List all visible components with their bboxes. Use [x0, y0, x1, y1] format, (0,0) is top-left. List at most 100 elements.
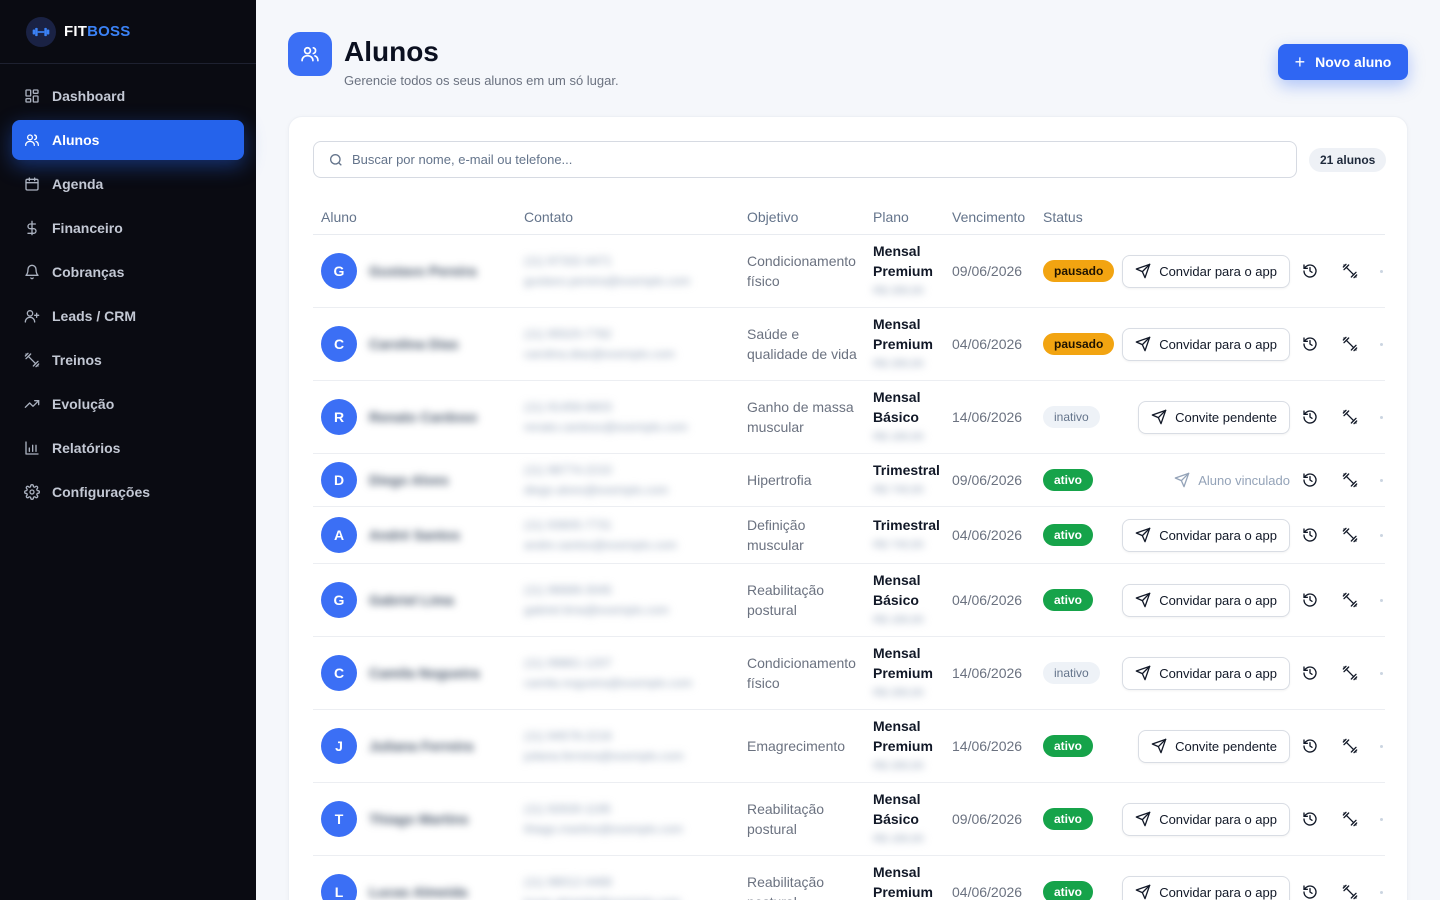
history-button[interactable] — [1296, 466, 1324, 494]
table-row[interactable]: T Thiago Martins (11) 92630-1195 thiago.mar… — [313, 783, 1385, 856]
sidebar-item-cobrancas[interactable]: Cobranças — [12, 252, 244, 292]
student-name[interactable]: Lucas Almeida — [369, 884, 467, 900]
goal-cell: Reabilitação postural — [747, 564, 824, 636]
more-icon[interactable] — [1380, 533, 1383, 537]
search-input[interactable] — [352, 152, 1252, 167]
invite-app-button[interactable]: Convidar para o app — [1122, 875, 1290, 900]
more-icon[interactable] — [1380, 478, 1383, 482]
history-button[interactable] — [1296, 878, 1324, 900]
linked-status: Aluno vinculado — [1174, 472, 1290, 488]
invite-app-button[interactable]: Convidar para o app — [1122, 518, 1290, 552]
more-icon[interactable] — [1380, 671, 1383, 675]
search-box[interactable] — [313, 141, 1297, 178]
workout-button[interactable] — [1336, 659, 1364, 687]
more-icon[interactable] — [1380, 890, 1383, 894]
sidebar-item-configuracoes[interactable]: Configurações — [12, 472, 244, 512]
more-icon[interactable] — [1380, 342, 1383, 346]
workout-button[interactable] — [1336, 403, 1364, 431]
avatar: G — [321, 582, 357, 618]
history-cell — [1296, 381, 1324, 453]
workout-button[interactable] — [1336, 466, 1364, 494]
student-name[interactable]: Thiago Martins — [369, 811, 469, 827]
plan-cell: Mensal Básico R$ 189,90 — [873, 381, 924, 453]
more-icon[interactable] — [1380, 817, 1383, 821]
status-cell: ativo — [1043, 454, 1094, 506]
history-button[interactable] — [1296, 586, 1324, 614]
contact-phone: (11) 99861-1207 — [524, 656, 612, 670]
action-label: Aluno vinculado — [1198, 472, 1290, 488]
history-button[interactable] — [1296, 257, 1324, 285]
sidebar-item-dashboard[interactable]: Dashboard — [12, 76, 244, 116]
bell-icon — [25, 264, 39, 280]
history-button[interactable] — [1296, 805, 1324, 833]
table-row[interactable]: J Juliana Ferreira (11) 94578-2216 juliana.… — [313, 710, 1385, 783]
count-badge: 21 alunos — [1309, 148, 1387, 172]
invite-app-button[interactable]: Convidar para o app — [1122, 656, 1290, 690]
due-date: 09/06/2026 — [952, 472, 1023, 488]
workout-button[interactable] — [1336, 257, 1364, 285]
student-name[interactable]: Renato Cardoso — [369, 409, 477, 425]
goal-line: muscular — [747, 419, 804, 435]
invite-pending-button[interactable]: Convite pendente — [1138, 729, 1290, 763]
more-icon[interactable] — [1380, 598, 1383, 602]
plan-price: R$ 289,90 — [873, 358, 924, 370]
student-name[interactable]: André Santos — [369, 527, 460, 543]
more-icon[interactable] — [1380, 415, 1383, 419]
student-name[interactable]: Camila Nogueira — [369, 665, 479, 681]
workout-button[interactable] — [1336, 586, 1364, 614]
student-cell: C Carolina Dias — [321, 308, 458, 380]
sidebar-item-relatorios[interactable]: Relatórios — [12, 428, 244, 468]
table-row[interactable]: D Diego Alves (11) 98774-2210 diego.alves@e… — [313, 454, 1385, 507]
invite-app-button[interactable]: Convidar para o app — [1122, 802, 1290, 836]
more-icon[interactable] — [1380, 744, 1383, 748]
history-button[interactable] — [1296, 330, 1324, 358]
student-name[interactable]: Juliana Ferreira — [369, 738, 473, 754]
workout-button[interactable] — [1336, 521, 1364, 549]
sidebar-item-evolucao[interactable]: Evolução — [12, 384, 244, 424]
student-name[interactable]: Gustavo Pereira — [369, 263, 476, 279]
sidebar-item-alunos[interactable]: Alunos — [12, 120, 244, 160]
invite-app-button[interactable]: Convidar para o app — [1122, 254, 1290, 288]
invite-pending-button[interactable]: Convite pendente — [1138, 400, 1290, 434]
sidebar-item-financeiro[interactable]: Financeiro — [12, 208, 244, 248]
more-icon[interactable] — [1380, 269, 1383, 273]
contact-email: thiago.martins@exemplo.com — [524, 822, 683, 836]
workout-button[interactable] — [1336, 805, 1364, 833]
status-cell: inativo — [1043, 637, 1100, 709]
workout-button[interactable] — [1336, 732, 1364, 760]
table-row[interactable]: G Gustavo Pereira (11) 97332-4471 gustavo.p… — [313, 235, 1385, 308]
sidebar-item-leads-crm[interactable]: Leads / CRM — [12, 296, 244, 336]
table-row[interactable]: C Carolina Dias (11) 95520-7782 carolina.di… — [313, 308, 1385, 381]
page-header: Alunos Gerencie todos os seus alunos em … — [288, 32, 619, 88]
goal-cell: Ganho de massa muscular — [747, 381, 854, 453]
column-header-objetivo: Objetivo — [747, 208, 799, 225]
new-student-button[interactable]: + Novo aluno — [1278, 44, 1408, 80]
sidebar-item-agenda[interactable]: Agenda — [12, 164, 244, 204]
sidebar-item-label: Agenda — [52, 176, 104, 192]
workout-button[interactable] — [1336, 878, 1364, 900]
history-button[interactable] — [1296, 521, 1324, 549]
history-icon — [1303, 528, 1317, 542]
table-row[interactable]: L Lucas Almeida (11) 98012-4468 lucas.almei… — [313, 856, 1385, 900]
table-row[interactable]: G Gabriel Lima (11) 96689-3045 gabriel.lima… — [313, 564, 1385, 637]
workout-button[interactable] — [1336, 330, 1364, 358]
student-name[interactable]: Carolina Dias — [369, 336, 458, 352]
goal-line: físico — [747, 273, 780, 289]
history-button[interactable] — [1296, 403, 1324, 431]
history-button[interactable] — [1296, 732, 1324, 760]
more-cell — [1380, 308, 1383, 380]
table-row[interactable]: R Renato Cardoso (11) 91458-6603 renato.car… — [313, 381, 1385, 454]
sidebar-item-treinos[interactable]: Treinos — [12, 340, 244, 380]
send-icon — [1135, 592, 1151, 608]
brand[interactable]: FITBOSS — [0, 0, 256, 64]
due-date: 14/06/2026 — [952, 738, 1023, 754]
table-row[interactable]: A André Santos (11) 93605-7731 andre.santos… — [313, 507, 1385, 564]
history-button[interactable] — [1296, 659, 1324, 687]
goal-line: Reabilitação — [747, 801, 825, 817]
student-name[interactable]: Diego Alves — [369, 472, 449, 488]
dumbbell-icon — [1342, 472, 1358, 488]
invite-app-button[interactable]: Convidar para o app — [1122, 327, 1290, 361]
invite-app-button[interactable]: Convidar para o app — [1122, 583, 1290, 617]
table-row[interactable]: C Camila Nogueira (11) 99861-1207 camila.no… — [313, 637, 1385, 710]
student-name[interactable]: Gabriel Lima — [369, 592, 454, 608]
